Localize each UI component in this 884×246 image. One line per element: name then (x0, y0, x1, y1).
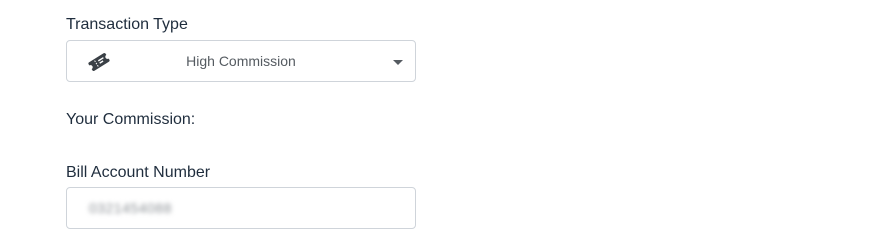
transaction-type-value: High Commission (186, 53, 296, 69)
bill-account-value: 0321454088 (89, 200, 172, 216)
bill-account-input[interactable]: 0321454088 (66, 187, 416, 229)
transaction-type-label: Transaction Type (66, 16, 188, 33)
bill-account-label: Bill Account Number (66, 164, 211, 181)
chevron-down-icon (393, 60, 403, 65)
commission-label: Your Commission: (66, 111, 196, 128)
transaction-type-select[interactable]: High Commission (66, 40, 416, 82)
